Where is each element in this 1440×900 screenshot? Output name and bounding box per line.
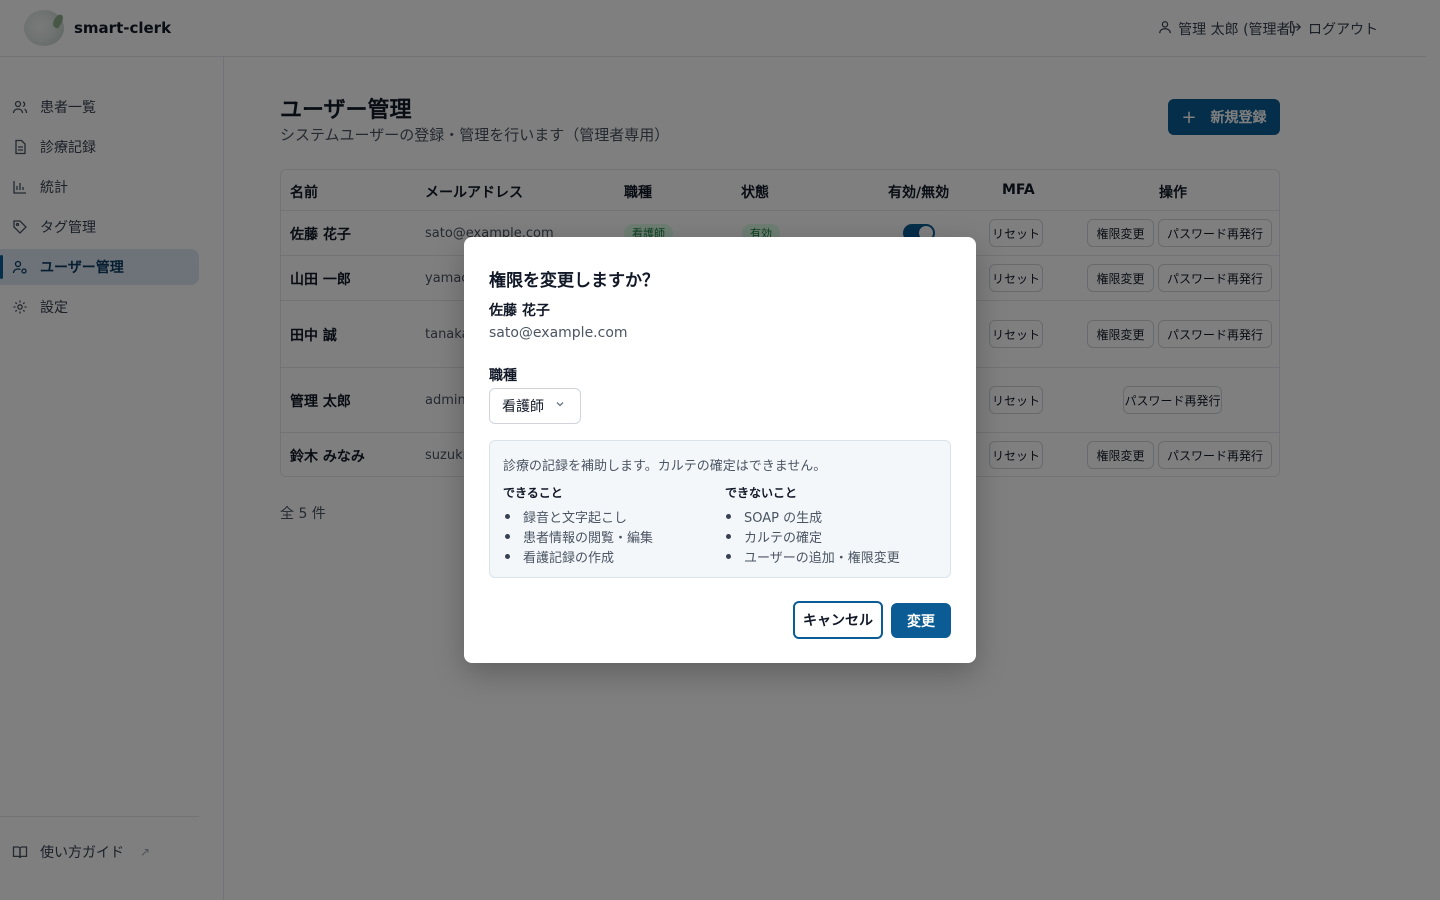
role-description: 診療の記録を補助します。カルテの確定はできません。 [503, 459, 827, 474]
list-item: 看護記録の作成 [503, 547, 653, 567]
role-select[interactable]: 看護師 [489, 388, 581, 424]
can-heading: できること [503, 486, 563, 500]
cancel-button[interactable]: キャンセル [793, 601, 883, 639]
dialog-title: 権限を変更しますか？ [489, 271, 659, 291]
dialog-user-name: 佐藤 花子 [489, 303, 550, 319]
chevron-down-icon [554, 398, 566, 414]
role-change-dialog: 権限を変更しますか？ 佐藤 花子 sato@example.com 職種 看護師… [464, 237, 976, 663]
list-item: カルテの確定 [724, 527, 900, 547]
role-select-value: 看護師 [502, 399, 544, 415]
can-list: 録音と文字起こし 患者情報の閲覧・編集 看護記録の作成 [503, 507, 653, 567]
dialog-user-email: sato@example.com [489, 325, 628, 341]
list-item: ユーザーの追加・権限変更 [724, 547, 900, 567]
confirm-change-button[interactable]: 変更 [891, 603, 951, 638]
role-field-label: 職種 [489, 368, 517, 384]
cannot-list: SOAP の生成 カルテの確定 ユーザーの追加・権限変更 [724, 507, 900, 567]
cannot-heading: できないこと [725, 486, 798, 500]
role-info-panel: 診療の記録を補助します。カルテの確定はできません。 できること 録音と文字起こし… [489, 440, 951, 578]
list-item: 患者情報の閲覧・編集 [503, 527, 653, 547]
list-item: 録音と文字起こし [503, 507, 653, 527]
list-item: SOAP の生成 [724, 507, 900, 527]
